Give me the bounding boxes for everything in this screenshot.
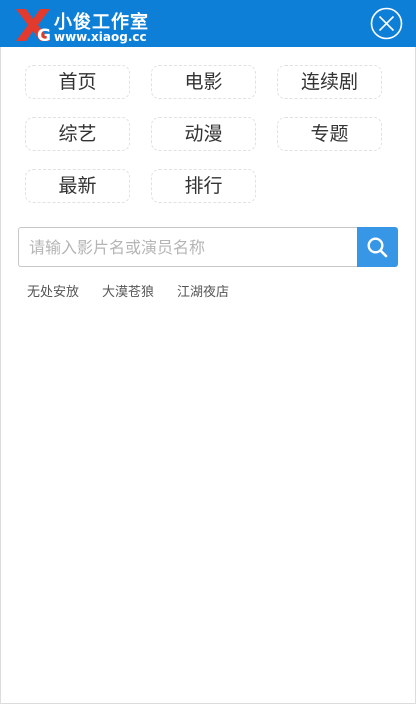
nav-item-topic[interactable]: 专题: [277, 117, 382, 151]
search-input[interactable]: [19, 228, 358, 266]
search-button[interactable]: [357, 227, 398, 267]
category-nav: 首页 电影 连续剧 综艺 动漫 专题 最新 排行: [0, 0, 416, 210]
nav-item-variety[interactable]: 综艺: [25, 117, 130, 151]
hot-keywords: 无处安放 大漠苍狼 江湖夜店: [27, 281, 252, 300]
hot-keyword-link[interactable]: 无处安放: [27, 281, 79, 300]
search-icon: [367, 237, 388, 258]
hot-keyword-link[interactable]: 大漠苍狼: [102, 281, 154, 300]
hot-keyword-link[interactable]: 江湖夜店: [177, 281, 229, 300]
nav-item-series[interactable]: 连续剧: [277, 65, 382, 99]
search-box: [18, 227, 358, 267]
nav-item-home[interactable]: 首页: [25, 65, 130, 99]
nav-item-anime[interactable]: 动漫: [151, 117, 256, 151]
nav-item-movie[interactable]: 电影: [151, 65, 256, 99]
nav-item-latest[interactable]: 最新: [25, 169, 130, 203]
nav-item-ranking[interactable]: 排行: [151, 169, 256, 203]
